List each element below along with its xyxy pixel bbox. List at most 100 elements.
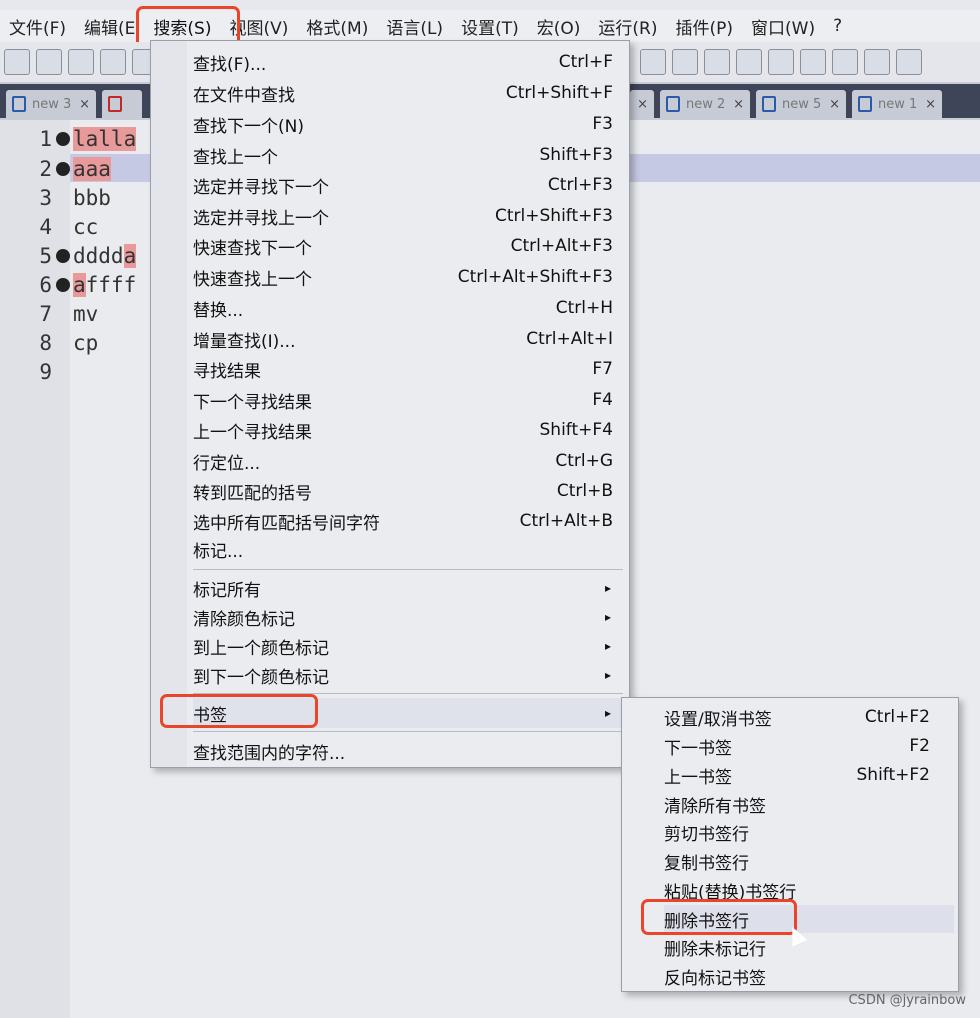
line-text: mv bbox=[73, 301, 99, 326]
word-wrap-icon[interactable] bbox=[640, 49, 666, 75]
editor-line[interactable]: 9 bbox=[0, 357, 73, 386]
menu-file[interactable]: 文件(F) bbox=[0, 14, 75, 39]
close-icon[interactable]: × bbox=[79, 97, 90, 112]
function-list-icon[interactable] bbox=[800, 49, 826, 75]
close-icon[interactable]: × bbox=[925, 97, 936, 112]
tab-label: new 5 bbox=[782, 96, 822, 112]
editor-line[interactable]: 5 dddda bbox=[0, 241, 137, 270]
menu-language[interactable]: 语言(L) bbox=[377, 14, 452, 39]
tab-active[interactable] bbox=[102, 90, 142, 118]
menu-item-find-next[interactable]: 查找下一个(N) F3 bbox=[193, 109, 623, 139]
menu-item-goto-matching-brace[interactable]: 转到匹配的括号 Ctrl+B bbox=[193, 476, 623, 506]
menu-item-find[interactable]: 查找(F)... Ctrl+F bbox=[193, 47, 623, 77]
stop-macro-icon[interactable] bbox=[864, 49, 890, 75]
submenu-item-prev-bookmark[interactable]: 上一书签 Shift+F2 bbox=[664, 761, 954, 789]
close-icon[interactable]: × bbox=[733, 97, 744, 112]
submenu-item-clear-all-bookmarks[interactable]: 清除所有书签 bbox=[664, 790, 954, 818]
tab-new-5[interactable]: new 5 × bbox=[756, 90, 846, 118]
menu-separator bbox=[193, 731, 623, 732]
line-text: lalla bbox=[73, 126, 137, 151]
menu-item-clear-color-marks[interactable]: 清除颜色标记 ▸ bbox=[193, 602, 623, 632]
menu-item-find-in-files[interactable]: 在文件中查找 Ctrl+Shift+F bbox=[193, 78, 623, 108]
menu-edit[interactable]: 编辑(E bbox=[75, 14, 144, 39]
menu-item-quick-find-prev[interactable]: 快速查找上一个 Ctrl+Alt+Shift+F3 bbox=[193, 262, 623, 292]
editor-line[interactable]: 8 cp bbox=[0, 328, 98, 357]
show-all-chars-icon[interactable] bbox=[672, 49, 698, 75]
new-file-icon[interactable] bbox=[4, 49, 30, 75]
menu-window[interactable]: 窗口(W) bbox=[742, 14, 824, 39]
save-all-icon[interactable] bbox=[100, 49, 126, 75]
tab-new-3[interactable]: new 3 × bbox=[6, 90, 96, 118]
menu-item-quick-find-next[interactable]: 快速查找下一个 Ctrl+Alt+F3 bbox=[193, 231, 623, 261]
save-icon[interactable] bbox=[68, 49, 94, 75]
menu-item-mark-all[interactable]: 标记所有 ▸ bbox=[193, 573, 623, 603]
menu-item-goto-line[interactable]: 行定位... Ctrl+G bbox=[193, 446, 623, 476]
close-icon[interactable]: × bbox=[637, 97, 648, 112]
submenu-item-next-bookmark[interactable]: 下一书签 F2 bbox=[664, 732, 954, 760]
line-number: 4 bbox=[39, 214, 52, 239]
open-folder-icon[interactable] bbox=[36, 49, 62, 75]
record-macro-icon[interactable] bbox=[832, 49, 858, 75]
tab-label: new 1 bbox=[878, 96, 918, 112]
menu-item-select-find-next[interactable]: 选定并寻找下一个 Ctrl+F3 bbox=[193, 170, 623, 200]
file-icon bbox=[666, 96, 680, 112]
menu-settings[interactable]: 设置(T) bbox=[452, 14, 528, 39]
line-text: aaa bbox=[73, 156, 111, 181]
menu-item-find-prev[interactable]: 查找上一个 Shift+F3 bbox=[193, 140, 623, 170]
editor-line[interactable]: 6 affff bbox=[0, 270, 136, 299]
bookmark-icon[interactable] bbox=[56, 277, 70, 292]
menu-format[interactable]: 格式(M) bbox=[297, 14, 377, 39]
menu-item-incremental-find[interactable]: 增量查找(I)... Ctrl+Alt+I bbox=[193, 324, 623, 354]
menu-item-prev-result[interactable]: 上一个寻找结果 Shift+F4 bbox=[193, 415, 623, 445]
bookmark-item-highlight bbox=[160, 694, 318, 728]
menu-item-next-color-mark[interactable]: 到下一个颜色标记 ▸ bbox=[193, 660, 623, 690]
menu-run[interactable]: 运行(R) bbox=[589, 14, 666, 39]
menu-icon-column bbox=[151, 41, 187, 767]
line-text: cc bbox=[73, 214, 99, 239]
file-icon bbox=[762, 96, 776, 112]
line-text: cp bbox=[73, 330, 99, 355]
editor-line[interactable]: 2 aaa bbox=[0, 154, 111, 183]
menu-item-search-results[interactable]: 寻找结果 F7 bbox=[193, 354, 623, 384]
menu-item-select-between-braces[interactable]: 选中所有匹配括号间字符 Ctrl+Alt+B bbox=[193, 506, 623, 536]
line-number: 2 bbox=[39, 156, 52, 181]
close-icon[interactable]: × bbox=[829, 97, 840, 112]
tab-label: new 2 bbox=[686, 96, 726, 112]
tab-new-2[interactable]: new 2 × bbox=[660, 90, 750, 118]
line-number: 8 bbox=[39, 330, 52, 355]
tab-new-1[interactable]: new 1 × bbox=[852, 90, 942, 118]
menu-macro[interactable]: 宏(O) bbox=[528, 14, 590, 39]
submenu-item-remove-unmarked-lines[interactable]: 删除未标记行 bbox=[664, 933, 954, 961]
menu-item-select-find-prev[interactable]: 选定并寻找上一个 Ctrl+Shift+F3 bbox=[193, 201, 623, 231]
play-macro-icon[interactable] bbox=[896, 49, 922, 75]
bookmark-icon[interactable] bbox=[56, 248, 70, 263]
submenu-item-copy-bookmarked-lines[interactable]: 复制书签行 bbox=[664, 847, 954, 875]
submenu-item-inverse-bookmark[interactable]: 反向标记书签 bbox=[664, 962, 954, 990]
editor-line[interactable]: 7 mv bbox=[0, 299, 98, 328]
menu-item-mark[interactable]: 标记... bbox=[193, 534, 623, 564]
menu-help[interactable]: ? bbox=[824, 16, 851, 36]
menu-item-replace[interactable]: 替换... Ctrl+H bbox=[193, 293, 623, 323]
editor-line[interactable]: 1 lalla bbox=[0, 124, 137, 153]
menu-plugins[interactable]: 插件(P) bbox=[666, 14, 742, 39]
menu-item-find-chars-in-range[interactable]: 查找范围内的字符... bbox=[193, 736, 623, 766]
indent-guide-icon[interactable] bbox=[704, 49, 730, 75]
editor-line[interactable]: 3 bbb bbox=[0, 183, 111, 212]
editor-line[interactable]: 4 cc bbox=[0, 212, 98, 241]
bookmark-icon[interactable] bbox=[56, 161, 70, 176]
menu-item-prev-color-mark[interactable]: 到上一个颜色标记 ▸ bbox=[193, 631, 623, 661]
file-icon bbox=[12, 96, 26, 112]
menu-item-next-result[interactable]: 下一个寻找结果 F4 bbox=[193, 385, 623, 415]
submenu-arrow-icon: ▸ bbox=[604, 668, 611, 682]
bookmark-submenu: 设置/取消书签 Ctrl+F2 下一书签 F2 上一书签 Shift+F2 清除所有书… bbox=[621, 697, 959, 992]
submenu-item-cut-bookmarked-lines[interactable]: 剪切书签行 bbox=[664, 818, 954, 846]
line-text: dddda bbox=[73, 243, 137, 268]
language-icon[interactable] bbox=[736, 49, 762, 75]
tab-partial[interactable]: × bbox=[630, 90, 654, 118]
line-number: 9 bbox=[39, 359, 52, 384]
doc-map-icon[interactable] bbox=[768, 49, 794, 75]
bookmark-icon[interactable] bbox=[56, 131, 70, 146]
line-text: bbb bbox=[73, 185, 111, 210]
submenu-item-toggle-bookmark[interactable]: 设置/取消书签 Ctrl+F2 bbox=[664, 703, 954, 731]
line-text: affff bbox=[73, 272, 137, 297]
